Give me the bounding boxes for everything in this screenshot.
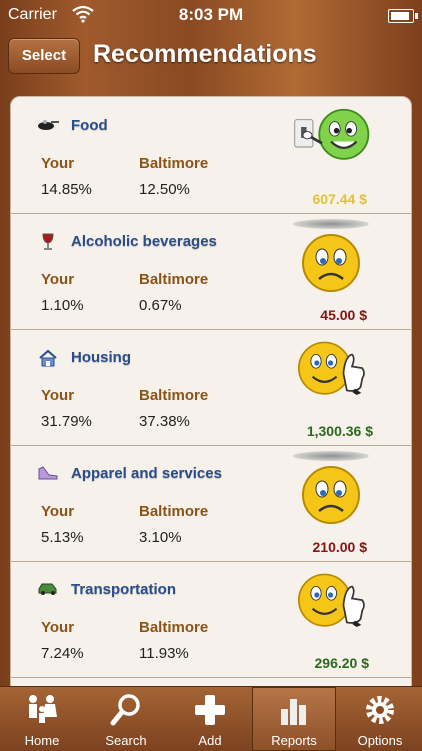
battery-icon [388, 9, 418, 23]
city-label: Baltimore [139, 619, 209, 636]
city-label: Baltimore [139, 387, 209, 404]
tab-label: Options [357, 733, 403, 748]
tab-home[interactable]: Home [0, 687, 84, 751]
tab-label: Add [198, 733, 222, 748]
status-bar: Carrier 8:03 PM [0, 0, 422, 30]
category-label: Alcoholic beverages [71, 233, 217, 250]
list-item-food[interactable]: Food Your Baltimore 14.85% 12.50% 607.44… [11, 97, 411, 214]
category-label: Food [71, 117, 108, 134]
list-item-apparel-and-services[interactable]: Apparel and services Your Baltimore 5.13… [11, 445, 411, 562]
city-label: Baltimore [139, 271, 209, 288]
clock: 8:03 PM [178, 5, 244, 24]
family-icon [29, 695, 57, 723]
your-label: Your [41, 619, 75, 636]
your-value: 31.79% [41, 413, 92, 430]
city-label: Baltimore [139, 503, 209, 520]
happy-pointing-smiley-icon [294, 108, 370, 160]
city-value: 11.93% [139, 645, 189, 662]
list-item-alcoholic-beverages[interactable]: Alcoholic beverages Your Baltimore 1.10%… [11, 213, 411, 330]
amount-value: 210.00 $ [312, 539, 368, 555]
category-label: Transportation [71, 581, 177, 598]
your-value: 14.85% [41, 181, 92, 198]
amount-value: 1,300.36 $ [306, 423, 373, 439]
your-value: 7.24% [41, 645, 84, 662]
city-value: 37.38% [139, 413, 190, 430]
amount-value: 45.00 $ [320, 307, 367, 323]
tab-reports[interactable]: Reports [252, 687, 336, 751]
food-icon [37, 117, 59, 133]
page-title: Recommendations [93, 40, 317, 68]
navigation-bar: Select Recommendations [0, 30, 422, 82]
your-value: 5.13% [41, 529, 84, 546]
city-label: Baltimore [139, 155, 209, 172]
car-icon [37, 581, 59, 597]
tab-search[interactable]: Search [84, 687, 168, 751]
category-label: Housing [71, 349, 131, 366]
tab-bar: Home Search Add Reports Options [0, 686, 422, 751]
rain-cloud-icon [293, 451, 369, 461]
sad-smiley-icon [302, 466, 360, 524]
tab-label: Search [105, 733, 147, 748]
category-label: Apparel and services [71, 465, 222, 482]
your-value: 1.10% [41, 297, 84, 314]
tab-label: Home [24, 733, 60, 748]
your-label: Your [41, 155, 75, 172]
thumbs-up-smiley-icon [298, 573, 366, 631]
your-label: Your [41, 503, 75, 520]
your-label: Your [41, 387, 75, 404]
rain-cloud-icon [293, 219, 369, 229]
sad-smiley-icon [302, 234, 360, 292]
city-value: 0.67% [139, 297, 182, 314]
tab-options[interactable]: Options [338, 687, 422, 751]
shoe-icon [37, 465, 59, 481]
city-value: 3.10% [139, 529, 182, 546]
tab-add[interactable]: Add [168, 687, 252, 751]
gear-icon [366, 696, 394, 724]
thumbs-up-smiley-icon [298, 341, 366, 399]
tab-label: Reports [271, 733, 317, 748]
your-label: Your [41, 271, 75, 288]
list-item-housing[interactable]: Housing Your Baltimore 31.79% 37.38% 1,3… [11, 329, 411, 446]
bar-chart-icon [281, 699, 306, 725]
recommendations-list[interactable]: Food Your Baltimore 14.85% 12.50% 607.44… [10, 96, 412, 688]
list-item-transportation[interactable]: Transportation Your Baltimore 7.24% 11.9… [11, 561, 411, 678]
city-value: 12.50% [139, 181, 190, 198]
plus-icon [195, 695, 225, 725]
select-back-button[interactable]: Select [8, 38, 80, 74]
amount-value: 607.44 $ [312, 191, 368, 207]
wine-glass-icon [37, 233, 59, 250]
magnifier-icon [110, 694, 140, 726]
house-icon [37, 349, 59, 367]
amount-value: 296.20 $ [314, 655, 370, 671]
